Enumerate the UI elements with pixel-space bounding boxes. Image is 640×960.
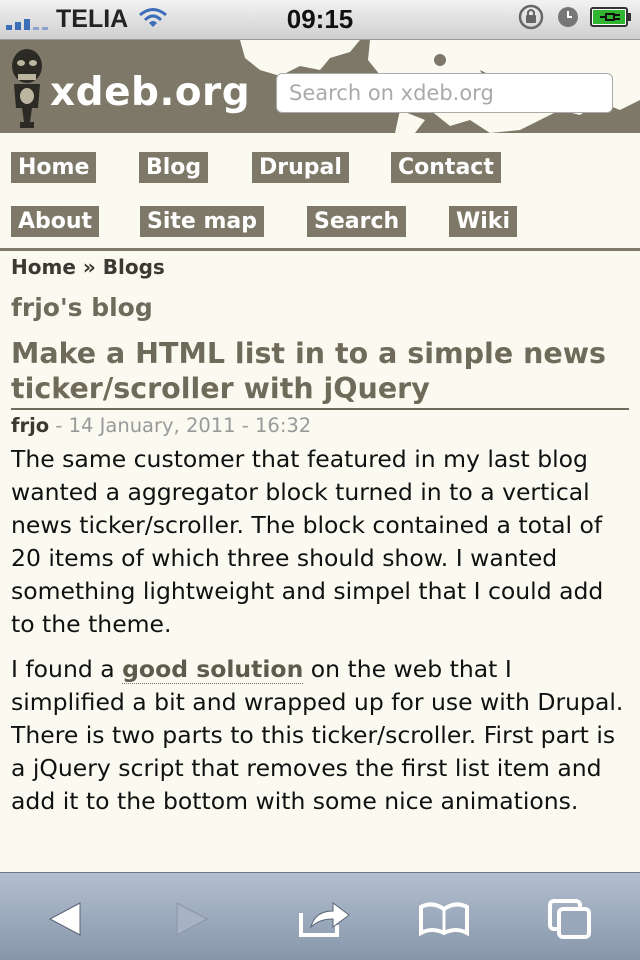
- rotation-lock-icon: [516, 3, 546, 35]
- status-bar: TELIA 09:15: [0, 0, 640, 40]
- post-meta: frjo - 14 January, 2011 - 16:32: [11, 414, 631, 437]
- nav-wiki-button[interactable]: Wiki: [449, 206, 517, 237]
- nav-blog-button[interactable]: Blog: [139, 152, 209, 183]
- paragraph-2-text-start: I found a: [11, 655, 123, 683]
- battery-charging-icon: [590, 6, 632, 32]
- tiki-logo-icon: [8, 46, 46, 133]
- nav-drupal-button[interactable]: Drupal: [252, 152, 349, 183]
- site-name[interactable]: xdeb.org: [50, 70, 250, 115]
- nav-search-button[interactable]: Search: [307, 206, 407, 237]
- post-title[interactable]: Make a HTML list in to a simple news tic…: [11, 336, 629, 410]
- nav-contact-button[interactable]: Contact: [391, 152, 501, 183]
- post-author-link[interactable]: frjo: [11, 414, 49, 437]
- main-content: Home » Blogs frjo's blog Make a HTML lis…: [11, 251, 631, 818]
- nav-home-button[interactable]: Home: [11, 152, 97, 183]
- site-header: xdeb.org: [0, 40, 640, 133]
- post-date: - 14 January, 2011 - 16:32: [55, 414, 312, 437]
- browser-toolbar: [0, 872, 640, 960]
- breadcrumb-home-link[interactable]: Home: [11, 255, 76, 279]
- breadcrumb: Home » Blogs: [11, 255, 631, 279]
- nav-sitemap-button[interactable]: Site map: [140, 206, 264, 237]
- nav-about-button[interactable]: About: [11, 206, 100, 237]
- tabs-icon[interactable]: [540, 897, 600, 941]
- share-icon[interactable]: [294, 897, 354, 941]
- breadcrumb-separator: »: [82, 255, 96, 279]
- main-nav: Home Blog Drupal Contact About Site map …: [0, 133, 640, 251]
- blog-owner-heading: frjo's blog: [11, 293, 153, 322]
- search-input[interactable]: [276, 73, 613, 113]
- forward-arrow-icon[interactable]: [162, 897, 222, 941]
- good-solution-link[interactable]: good solution: [122, 655, 304, 684]
- post-paragraph-1: The same customer that featured in my la…: [11, 445, 604, 638]
- bookmarks-icon[interactable]: [414, 897, 474, 941]
- back-arrow-icon[interactable]: [35, 897, 95, 941]
- breadcrumb-blogs-link[interactable]: Blogs: [103, 255, 165, 279]
- post-paragraph-2: I found a good solution on the web that …: [11, 653, 631, 818]
- alarm-clock-icon: [556, 5, 580, 33]
